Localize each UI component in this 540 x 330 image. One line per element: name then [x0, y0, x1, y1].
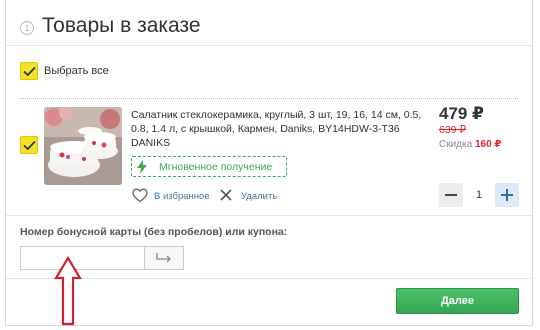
select-all-label: Выбрать все [44, 65, 109, 77]
order-items-panel: 1 Товары в заказе Выбрать все Салатник с… [5, 0, 533, 326]
discount: Скидка 160 ₽ [439, 139, 501, 150]
discount-label: Скидка [439, 139, 473, 150]
old-price: 639 ₽ [439, 124, 467, 136]
instant-delivery-label: Мгновенное получение [159, 161, 273, 173]
quantity-increase-button[interactable] [495, 183, 519, 207]
coupon-input[interactable] [20, 246, 144, 270]
close-icon [220, 189, 232, 201]
coupon-apply-button[interactable] [144, 246, 184, 270]
quantity-value[interactable]: 1 [472, 189, 486, 201]
item-checkbox[interactable] [20, 136, 38, 154]
check-icon [23, 66, 36, 77]
coupon-label: Номер бонусной карты (без пробелов) или … [20, 226, 288, 238]
discount-value: 160 ₽ [474, 139, 502, 150]
favorite-label[interactable]: В избранное [154, 191, 210, 202]
checkbox-checked[interactable] [20, 62, 38, 80]
instant-delivery-badge: Мгновенное получение [131, 156, 287, 177]
lightning-icon [137, 160, 147, 174]
arrow-return-icon [156, 253, 171, 263]
divider [6, 278, 532, 279]
annotation-arrow-icon [54, 256, 82, 326]
product-image[interactable] [44, 107, 122, 185]
next-button[interactable]: Далее [396, 288, 519, 314]
quantity-decrease-button[interactable] [439, 183, 463, 207]
divider [6, 215, 532, 216]
step-number: 1 [20, 21, 34, 35]
price: 479 ₽ [439, 104, 484, 123]
page-title: Товары в заказе [42, 14, 201, 37]
section-header: 1 Товары в заказе [6, 10, 532, 46]
delete-label[interactable]: Удалить [241, 191, 277, 202]
check-icon [23, 140, 36, 151]
divider [20, 98, 518, 99]
heart-icon [132, 188, 148, 203]
product-name[interactable]: Салатник стеклокерамика, круглый, 3 шт, … [131, 108, 427, 150]
